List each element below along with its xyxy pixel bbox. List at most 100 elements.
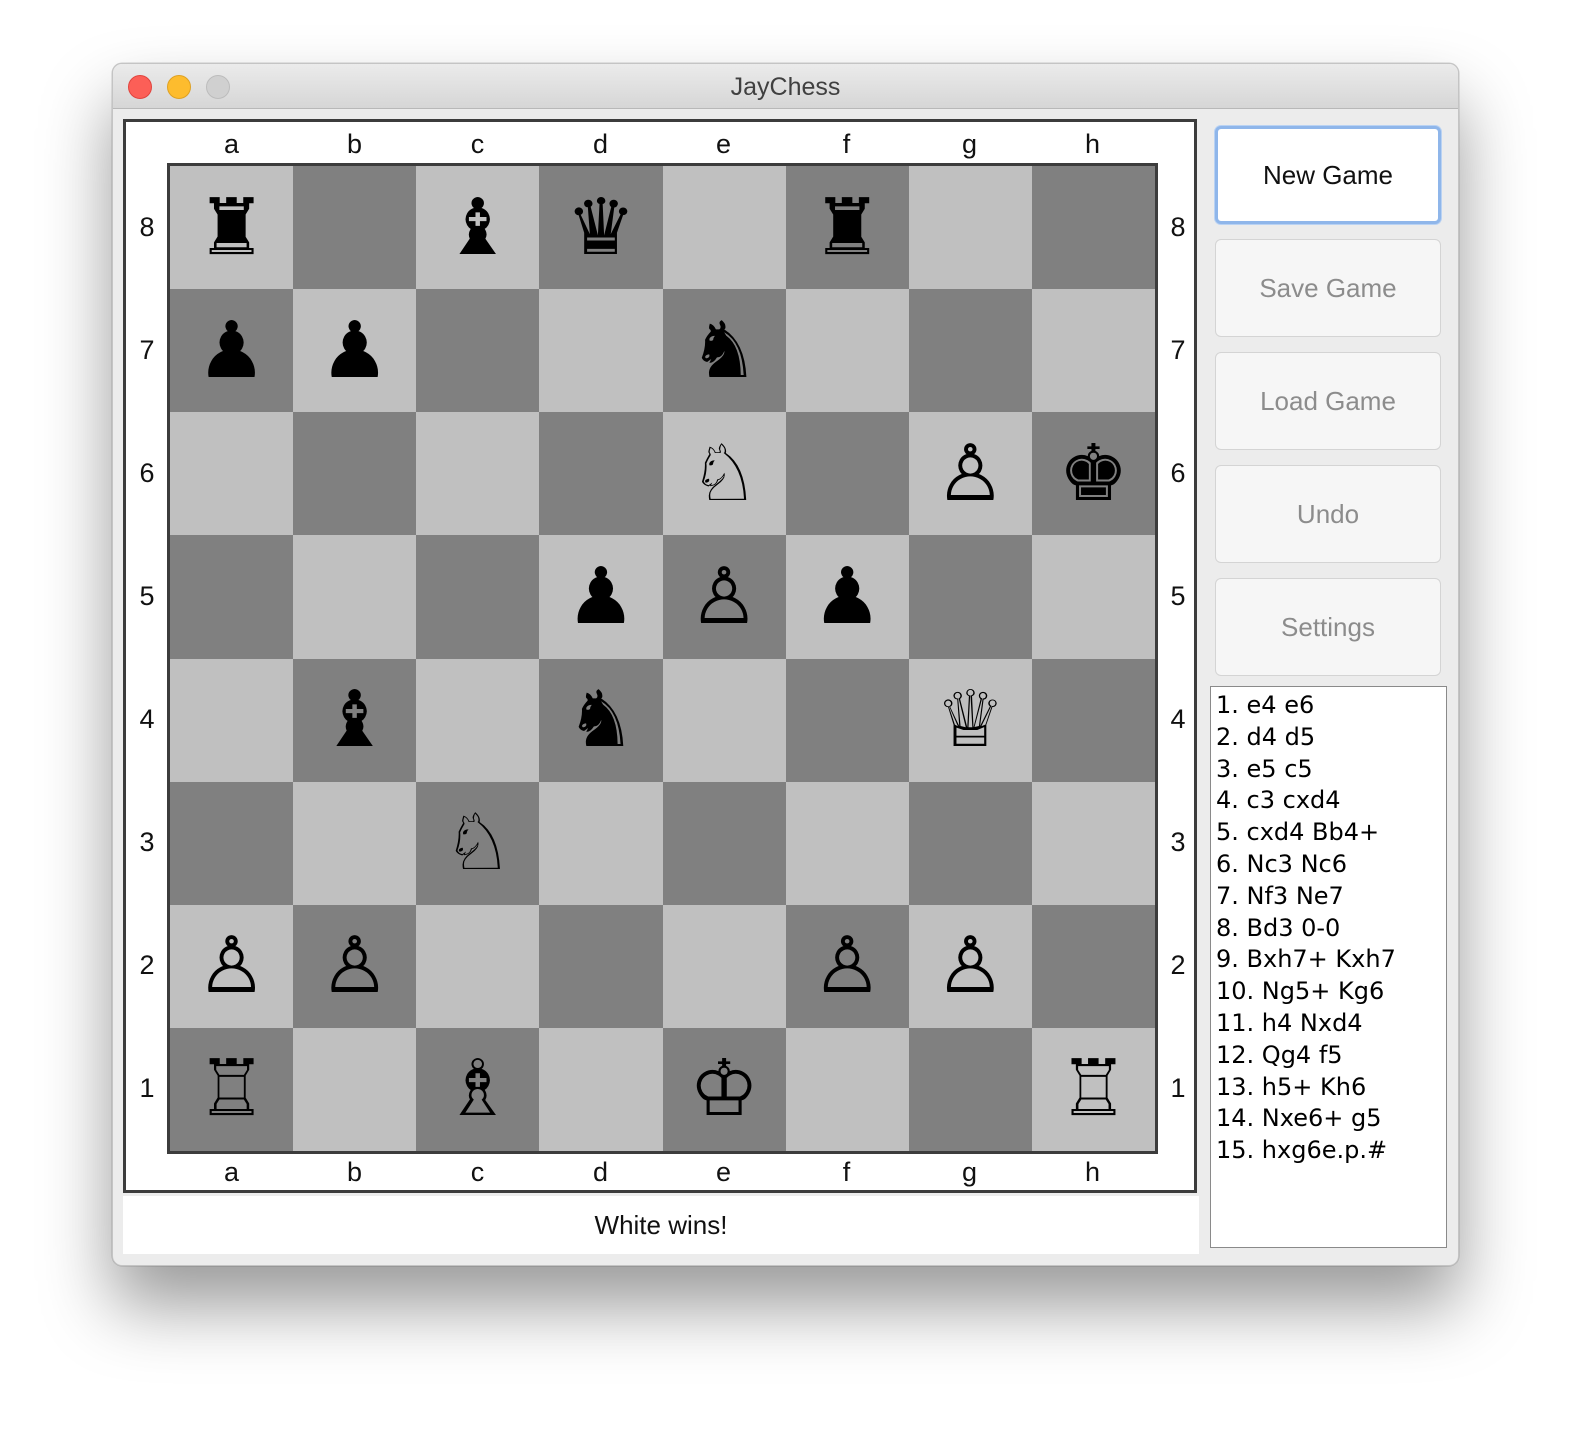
square-e7[interactable]: ♞ <box>662 289 786 413</box>
square-f8[interactable]: ♜ <box>785 166 909 290</box>
square-b5[interactable] <box>293 535 417 659</box>
square-a5[interactable] <box>170 535 294 659</box>
square-e2[interactable] <box>662 904 786 1028</box>
white-knight-icon[interactable]: ♘ <box>689 435 759 513</box>
square-c3[interactable]: ♘ <box>416 781 540 905</box>
chess-board[interactable]: ♜ ♝ ♛ ♜ ♟ ♟ ♞ ♘ ♙ ♚ ♟ ♙ ♟ ♝ ♞ ♕ ♘ ♙ ♙ ♙ ♙ ♖ ♗ ♔ ♖ <box>167 163 1158 1154</box>
square-e8[interactable] <box>662 166 786 290</box>
square-d7[interactable] <box>539 289 663 413</box>
white-rook-icon[interactable]: ♖ <box>197 1050 267 1128</box>
square-h3[interactable] <box>1031 781 1155 905</box>
square-c7[interactable] <box>416 289 540 413</box>
load-game-button[interactable]: Load Game <box>1215 352 1441 450</box>
square-a3[interactable] <box>170 781 294 905</box>
move-list-item[interactable]: 2. d4 d5 <box>1216 722 1446 754</box>
square-h1[interactable]: ♖ <box>1031 1027 1155 1151</box>
square-d8[interactable]: ♛ <box>539 166 663 290</box>
square-c5[interactable] <box>416 535 540 659</box>
black-bishop-icon[interactable]: ♝ <box>443 189 513 267</box>
square-b1[interactable] <box>293 1027 417 1151</box>
white-pawn-icon[interactable]: ♙ <box>320 927 390 1005</box>
black-king-icon[interactable]: ♚ <box>1058 435 1128 513</box>
move-list-item[interactable]: 13. h5+ Kh6 <box>1216 1072 1446 1104</box>
square-h2[interactable] <box>1031 904 1155 1028</box>
black-knight-icon[interactable]: ♞ <box>689 312 759 390</box>
square-b2[interactable]: ♙ <box>293 904 417 1028</box>
move-list-item[interactable]: 3. e5 c5 <box>1216 754 1446 786</box>
save-game-button[interactable]: Save Game <box>1215 239 1441 337</box>
square-a8[interactable]: ♜ <box>170 166 294 290</box>
move-list-item[interactable]: 9. Bxh7+ Kxh7 <box>1216 944 1446 976</box>
white-king-icon[interactable]: ♔ <box>689 1050 759 1128</box>
square-g1[interactable] <box>908 1027 1032 1151</box>
square-f1[interactable] <box>785 1027 909 1151</box>
square-g7[interactable] <box>908 289 1032 413</box>
square-f4[interactable] <box>785 658 909 782</box>
square-g2[interactable]: ♙ <box>908 904 1032 1028</box>
square-b6[interactable] <box>293 412 417 536</box>
white-pawn-icon[interactable]: ♙ <box>812 927 882 1005</box>
square-b8[interactable] <box>293 166 417 290</box>
square-d6[interactable] <box>539 412 663 536</box>
black-rook-icon[interactable]: ♜ <box>812 189 882 267</box>
square-h4[interactable] <box>1031 658 1155 782</box>
square-a7[interactable]: ♟ <box>170 289 294 413</box>
white-knight-icon[interactable]: ♘ <box>443 804 513 882</box>
move-list-item[interactable]: 5. cxd4 Bb4+ <box>1216 817 1446 849</box>
square-d5[interactable]: ♟ <box>539 535 663 659</box>
square-d2[interactable] <box>539 904 663 1028</box>
square-g6[interactable]: ♙ <box>908 412 1032 536</box>
square-c1[interactable]: ♗ <box>416 1027 540 1151</box>
square-f7[interactable] <box>785 289 909 413</box>
square-a2[interactable]: ♙ <box>170 904 294 1028</box>
square-h6[interactable]: ♚ <box>1031 412 1155 536</box>
black-queen-icon[interactable]: ♛ <box>566 189 636 267</box>
black-pawn-icon[interactable]: ♟ <box>197 312 267 390</box>
square-f2[interactable]: ♙ <box>785 904 909 1028</box>
square-e4[interactable] <box>662 658 786 782</box>
move-list-item[interactable]: 10. Ng5+ Kg6 <box>1216 976 1446 1008</box>
new-game-button[interactable]: New Game <box>1215 126 1441 224</box>
move-list-item[interactable]: 14. Nxe6+ g5 <box>1216 1103 1446 1135</box>
square-f6[interactable] <box>785 412 909 536</box>
square-c8[interactable]: ♝ <box>416 166 540 290</box>
white-pawn-icon[interactable]: ♙ <box>197 927 267 1005</box>
square-c4[interactable] <box>416 658 540 782</box>
square-h5[interactable] <box>1031 535 1155 659</box>
settings-button[interactable]: Settings <box>1215 578 1441 676</box>
white-pawn-icon[interactable]: ♙ <box>935 435 1005 513</box>
square-a6[interactable] <box>170 412 294 536</box>
square-e1[interactable]: ♔ <box>662 1027 786 1151</box>
move-list-item[interactable]: 7. Nf3 Ne7 <box>1216 881 1446 913</box>
white-bishop-icon[interactable]: ♗ <box>443 1050 513 1128</box>
black-pawn-icon[interactable]: ♟ <box>812 558 882 636</box>
square-d4[interactable]: ♞ <box>539 658 663 782</box>
square-d1[interactable] <box>539 1027 663 1151</box>
square-b4[interactable]: ♝ <box>293 658 417 782</box>
move-list-item[interactable]: 6. Nc3 Nc6 <box>1216 849 1446 881</box>
square-a1[interactable]: ♖ <box>170 1027 294 1151</box>
undo-button[interactable]: Undo <box>1215 465 1441 563</box>
move-list-item[interactable]: 12. Qg4 f5 <box>1216 1040 1446 1072</box>
square-b3[interactable] <box>293 781 417 905</box>
move-list-item[interactable]: 11. h4 Nxd4 <box>1216 1008 1446 1040</box>
square-g3[interactable] <box>908 781 1032 905</box>
white-rook-icon[interactable]: ♖ <box>1058 1050 1128 1128</box>
square-e3[interactable] <box>662 781 786 905</box>
square-b7[interactable]: ♟ <box>293 289 417 413</box>
move-list-item[interactable]: 15. hxg6e.p.# <box>1216 1135 1446 1167</box>
square-e5[interactable]: ♙ <box>662 535 786 659</box>
black-pawn-icon[interactable]: ♟ <box>320 312 390 390</box>
white-pawn-icon[interactable]: ♙ <box>935 927 1005 1005</box>
square-c6[interactable] <box>416 412 540 536</box>
move-list[interactable]: 1. e4 e6 2. d4 d5 3. e5 c5 4. c3 cxd4 5. cxd… <box>1210 686 1447 1248</box>
black-rook-icon[interactable]: ♜ <box>197 189 267 267</box>
move-list-item[interactable]: 8. Bd3 0-0 <box>1216 913 1446 945</box>
move-list-item[interactable]: 1. e4 e6 <box>1216 690 1446 722</box>
square-g8[interactable] <box>908 166 1032 290</box>
black-knight-icon[interactable]: ♞ <box>566 681 636 759</box>
square-h7[interactable] <box>1031 289 1155 413</box>
white-pawn-icon[interactable]: ♙ <box>689 558 759 636</box>
black-pawn-icon[interactable]: ♟ <box>566 558 636 636</box>
move-list-item[interactable]: 4. c3 cxd4 <box>1216 785 1446 817</box>
